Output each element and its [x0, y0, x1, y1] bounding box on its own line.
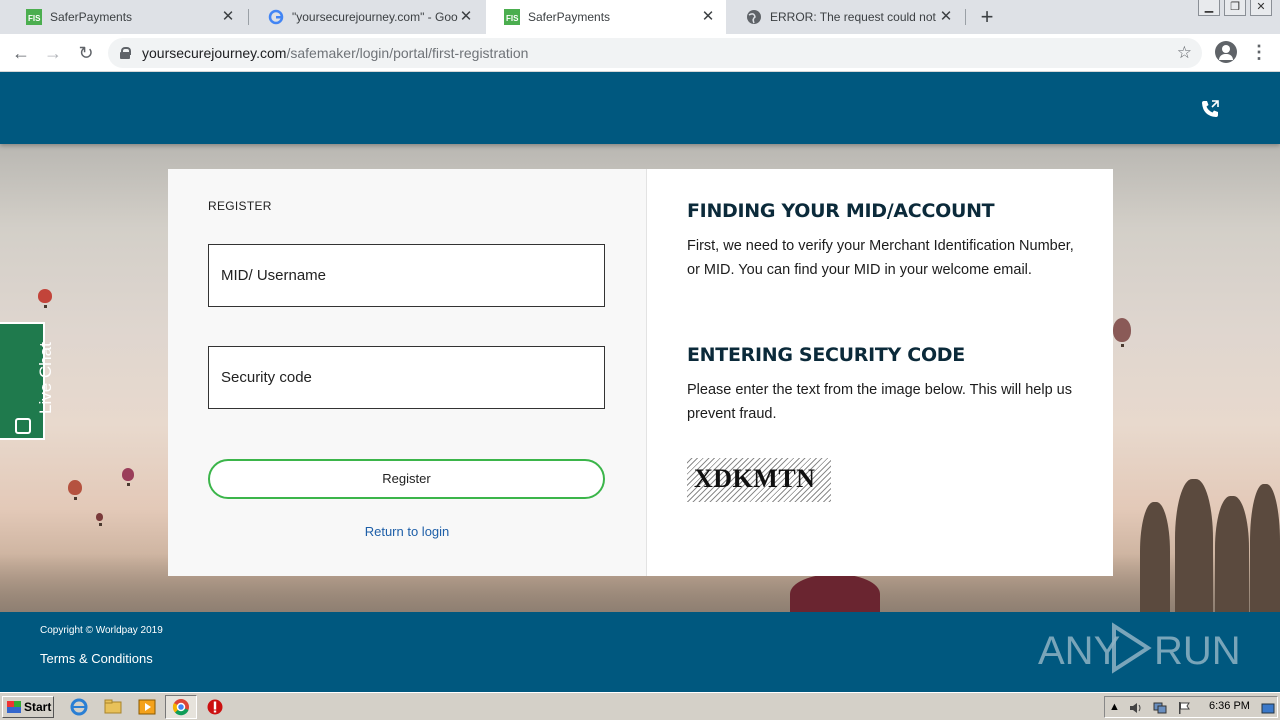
- balloon-image: [38, 289, 52, 308]
- mid-username-field[interactable]: [208, 244, 605, 307]
- url-host: yoursecurejourney.com: [142, 45, 287, 61]
- finding-mid-heading: FINDING YOUR MID/ACCOUNT: [687, 200, 995, 222]
- window-controls: ▁ ❐ ✕: [1198, 0, 1272, 16]
- back-icon[interactable]: ←: [9, 41, 33, 65]
- rock-spire: [1250, 484, 1280, 612]
- volume-icon[interactable]: [1129, 701, 1143, 715]
- show-desktop-icon[interactable]: [1261, 701, 1275, 715]
- balloon-image: [1113, 318, 1131, 347]
- return-to-login-link[interactable]: Return to login: [168, 524, 646, 539]
- globe-icon: [746, 9, 762, 25]
- person-hat: [790, 574, 880, 614]
- tray-expand-icon[interactable]: ▲: [1109, 701, 1123, 715]
- browser-toolbar: ← → ↻ yoursecurejourney.com/safemaker/lo…: [0, 34, 1280, 72]
- security-code-text: Please enter the text from the image bel…: [687, 382, 1072, 422]
- media-player-icon[interactable]: [138, 698, 156, 716]
- captcha-text: XDKMTN: [694, 464, 816, 493]
- folder-icon[interactable]: [104, 698, 122, 716]
- chat-icon: [15, 418, 31, 434]
- finding-mid-text: First, we need to verify your Merchant I…: [687, 238, 1074, 278]
- mid-username-input[interactable]: [221, 245, 604, 306]
- close-icon[interactable]: ✕: [220, 9, 236, 25]
- profile-avatar-icon[interactable]: [1215, 41, 1237, 63]
- forward-icon[interactable]: →: [41, 41, 65, 65]
- chrome-icon: [172, 699, 189, 716]
- info-panel: FINDING YOUR MID/ACCOUNT First, we need …: [646, 169, 1113, 576]
- live-chat-label: Live Chat: [36, 342, 55, 414]
- register-button[interactable]: Register: [208, 459, 605, 499]
- rock-spire: [1140, 502, 1170, 612]
- tab-strip: FIS SaferPayments ✕ "yoursecurejourney.c…: [0, 0, 1280, 34]
- new-tab-button[interactable]: +: [976, 6, 998, 28]
- start-label: Start: [24, 700, 52, 714]
- captcha-image: XDKMTN: [687, 458, 831, 502]
- close-icon[interactable]: ✕: [458, 9, 474, 25]
- browser-menu-icon[interactable]: ⋮: [1250, 42, 1268, 62]
- clock: 6:36 PM: [1209, 700, 1250, 712]
- reload-icon[interactable]: ↻: [74, 41, 98, 65]
- fis-icon: FIS: [504, 9, 520, 25]
- security-code-field[interactable]: [208, 346, 605, 409]
- stop-icon[interactable]: [206, 698, 224, 716]
- restore-button[interactable]: ❐: [1224, 0, 1246, 16]
- address-bar[interactable]: yoursecurejourney.com/safemaker/login/po…: [108, 38, 1202, 68]
- windows-flag-icon: [7, 701, 21, 713]
- registration-form-panel: REGISTER Register Return to login: [168, 169, 646, 576]
- security-code-input[interactable]: [221, 347, 604, 408]
- internet-explorer-icon[interactable]: [70, 698, 88, 716]
- live-chat-button[interactable]: Live Chat: [0, 322, 55, 440]
- site-header: [0, 72, 1280, 144]
- close-window-button[interactable]: ✕: [1250, 0, 1272, 16]
- watermark-run-text: RUN: [1154, 629, 1238, 673]
- copyright-text: Copyright © Worldpay 2019: [40, 625, 163, 636]
- windows-taskbar: Start ▲ 6:36 PM: [0, 692, 1280, 720]
- minimize-button[interactable]: ▁: [1198, 0, 1220, 16]
- fis-icon: FIS: [26, 9, 42, 25]
- rock-spire: [1215, 496, 1249, 612]
- terms-conditions-link[interactable]: Terms & Conditions: [40, 651, 153, 666]
- start-button[interactable]: Start: [2, 696, 54, 718]
- anyrun-watermark: ANY RUN: [1038, 622, 1238, 674]
- close-icon[interactable]: ✕: [938, 9, 954, 25]
- network-icon[interactable]: [1153, 701, 1167, 715]
- tab-saferpayments-active[interactable]: FIS SaferPayments ✕: [486, 0, 726, 34]
- lock-icon: [120, 47, 131, 59]
- balloon-image: [122, 468, 134, 486]
- svg-text:FIS: FIS: [506, 14, 519, 23]
- security-code-heading: ENTERING SECURITY CODE: [687, 344, 965, 366]
- tab-separator: [248, 9, 249, 25]
- web-page: REGISTER Register Return to login FINDIN…: [0, 72, 1280, 692]
- close-icon[interactable]: ✕: [700, 9, 716, 25]
- form-heading: REGISTER: [208, 199, 272, 213]
- rock-spire: [1175, 479, 1213, 612]
- tab-google-search[interactable]: "yoursecurejourney.com" - Google Se ✕: [250, 0, 484, 34]
- tab-separator: [965, 9, 966, 25]
- svg-text:FIS: FIS: [28, 14, 41, 23]
- balloon-image: [68, 480, 82, 500]
- action-center-flag-icon[interactable]: [1177, 701, 1191, 715]
- site-footer: Copyright © Worldpay 2019 Terms & Condit…: [0, 612, 1280, 692]
- phone-icon[interactable]: [1200, 99, 1220, 119]
- taskbar-chrome-button[interactable]: [165, 695, 197, 719]
- watermark-any-text: ANY: [1038, 629, 1120, 673]
- url-path: /safemaker/login/portal/first-registrati…: [286, 45, 529, 61]
- balloon-image: [96, 513, 103, 526]
- bookmark-star-icon[interactable]: ☆: [1177, 43, 1192, 63]
- system-tray: ▲ 6:36 PM: [1104, 696, 1278, 718]
- tab-error[interactable]: ERROR: The request could not be sa ✕: [728, 0, 964, 34]
- tab-saferpayments-1[interactable]: FIS SaferPayments ✕: [8, 0, 246, 34]
- google-icon: [268, 9, 284, 25]
